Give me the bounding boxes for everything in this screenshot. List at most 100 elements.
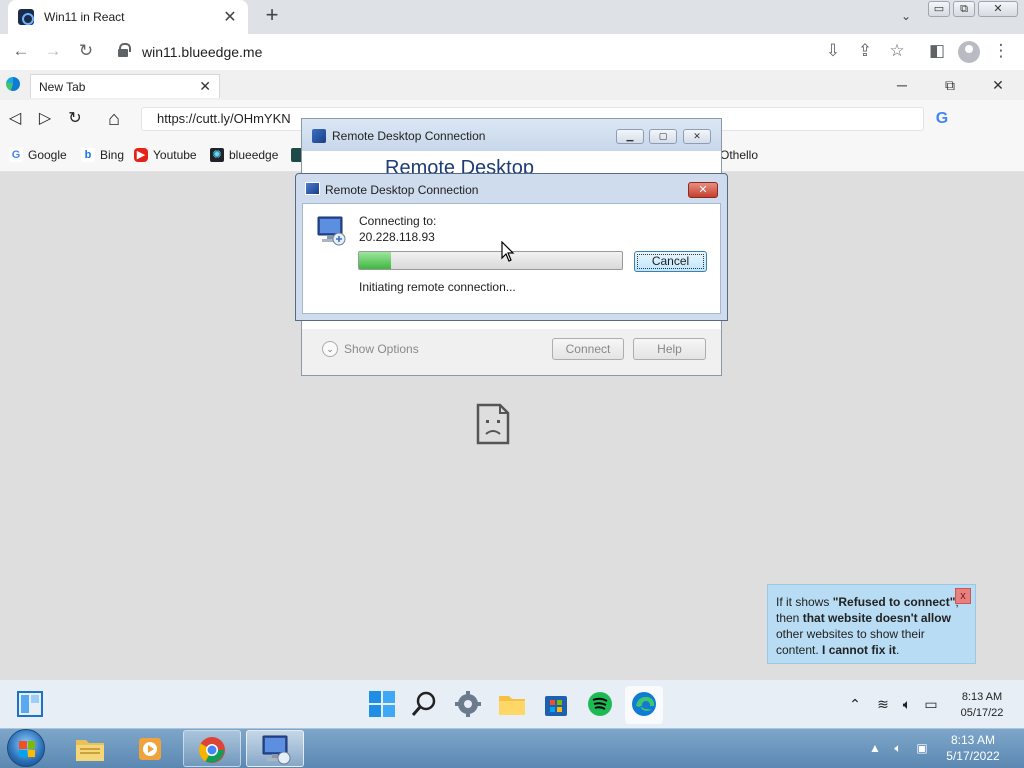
menu-kebab-icon[interactable]: ⋮ [990, 41, 1012, 63]
rdc-dialog-close-button[interactable]: ✕ [688, 182, 718, 198]
edge-close-button[interactable]: ✕ [988, 76, 1008, 94]
close-tab-icon[interactable]: ✕ [199, 78, 211, 95]
google-search-icon[interactable]: G [933, 110, 951, 128]
win7-date: 5/17/2022 [946, 749, 1000, 763]
network-icon[interactable]: ▣ [914, 740, 930, 756]
close-tab-icon[interactable]: ✕ [222, 7, 238, 27]
note-text: . [896, 643, 900, 657]
side-panel-icon[interactable]: ◧ [926, 41, 948, 63]
bookmark-blueedge[interactable]: ✺ blueedge [210, 147, 278, 163]
restore-window-button[interactable]: ⧉ [953, 1, 975, 17]
bookmark-label: Youtube [153, 148, 197, 162]
taskbar-media-player-button[interactable] [122, 730, 180, 767]
connection-ip: 20.228.118.93 [359, 230, 435, 244]
folder-icon [76, 740, 104, 761]
refused-connect-note: If it shows "Refused to connect", then t… [767, 584, 976, 664]
win7-clock[interactable]: 8:13 AM 5/17/2022 [940, 732, 1006, 764]
win7-time: 8:13 AM [950, 733, 996, 747]
bookmark-youtube[interactable]: ▶ Youtube [134, 147, 197, 163]
show-options-toggle[interactable]: ⌄ Show Options [322, 341, 419, 357]
bookmark-star-icon[interactable]: ☆ [886, 41, 908, 63]
volume-icon[interactable]: 🔈︎ [890, 740, 906, 756]
profile-avatar[interactable] [958, 41, 980, 63]
tray-show-hidden-icon[interactable]: ▲ [867, 740, 883, 756]
spotify-icon[interactable] [584, 688, 616, 720]
widgets-icon[interactable] [16, 690, 44, 718]
bing-icon: b [81, 148, 95, 162]
bookmark-bing[interactable]: b Bing [81, 147, 124, 163]
taskbar-remote-desktop-button[interactable] [246, 730, 304, 767]
react-icon: ✺ [210, 148, 224, 162]
win11-favicon-icon [18, 9, 34, 25]
settings-gear-icon[interactable] [452, 688, 484, 720]
rdc-main-title: Remote Desktop Connection [332, 129, 486, 143]
bookmark-google[interactable]: G Google [9, 147, 67, 163]
new-tab-button[interactable]: + [260, 4, 284, 28]
taskbar-chrome-button[interactable] [183, 730, 241, 767]
progress-fill [359, 252, 391, 269]
youtube-icon: ▶ [134, 148, 148, 162]
rdc-app-icon [305, 182, 320, 195]
win11-clock[interactable]: 8:13 AM 05/17/22 [954, 689, 1010, 721]
lock-icon [118, 43, 131, 57]
home-icon[interactable]: ⌂ [103, 108, 125, 130]
back-arrow-icon[interactable]: ← [10, 41, 32, 63]
start-windows-icon[interactable] [366, 688, 398, 720]
search-icon[interactable] [408, 688, 440, 720]
forward-arrow-icon[interactable]: → [42, 41, 64, 63]
bookmark-label: blueedge [229, 148, 279, 162]
tab-search-chevron-icon[interactable]: ⌄ [896, 6, 916, 26]
edge-tab-new-tab[interactable]: New Tab ✕ [30, 74, 220, 98]
install-app-icon[interactable]: ⇩ [822, 41, 844, 63]
connect-button[interactable]: Connect [552, 338, 624, 360]
file-explorer-icon[interactable] [496, 688, 528, 720]
reload-icon[interactable]: ↻ [75, 41, 97, 63]
forward-icon[interactable]: ▷ [34, 108, 56, 130]
edge-tab-title: New Tab [39, 79, 86, 94]
refresh-icon[interactable]: ↻ [64, 108, 86, 130]
share-icon[interactable]: ⇪ [854, 41, 876, 63]
show-options-label: Show Options [344, 342, 419, 356]
google-icon: G [9, 148, 23, 162]
close-window-button[interactable]: ✕ [978, 1, 1018, 17]
connecting-to-label: Connecting to: [359, 214, 437, 228]
note-close-button[interactable]: x [955, 588, 971, 604]
edge-browser-icon[interactable] [628, 688, 660, 720]
connection-progress-bar [358, 251, 623, 270]
remote-desktop-icon [262, 735, 291, 765]
help-button[interactable]: Help [633, 338, 706, 360]
volume-icon[interactable]: 🔈︎ [898, 695, 916, 713]
windows-flag-icon [19, 741, 35, 757]
rdc-close-button[interactable]: ✕ [683, 129, 711, 144]
edge-maximize-button[interactable]: ⧉ [940, 76, 960, 94]
wifi-icon[interactable]: ≋ [874, 695, 892, 713]
rdc-minimize-button[interactable]: ▁ [616, 129, 644, 144]
note-text: If it shows [776, 595, 833, 609]
win7-start-button[interactable] [7, 729, 45, 767]
win11-date: 05/17/22 [960, 707, 1004, 719]
remote-desktop-monitor-icon [317, 216, 346, 246]
taskbar-explorer-button[interactable] [62, 730, 120, 767]
microsoft-store-icon[interactable] [540, 688, 572, 720]
cancel-button[interactable]: Cancel [634, 251, 707, 272]
address-bar-url: win11.blueedge.me [142, 44, 263, 60]
bookmark-othello[interactable]: Othello [720, 147, 758, 163]
chrome-icon [198, 737, 225, 763]
chrome-tab-win11[interactable]: Win11 in React ✕ [8, 0, 248, 34]
back-icon[interactable]: ◁ [4, 108, 26, 130]
bookmark-label: Google [28, 148, 67, 162]
mouse-cursor-icon [501, 241, 515, 262]
win11-time: 8:13 AM [961, 691, 1003, 703]
connection-status-text: Initiating remote connection... [359, 280, 516, 294]
note-bold: that website doesn't allow [802, 611, 951, 625]
minimize-window-button[interactable]: ▭ [928, 1, 950, 17]
edge-minimize-button[interactable]: ─ [892, 76, 912, 94]
media-player-icon [139, 738, 161, 760]
note-bold: I cannot fix it [822, 643, 897, 657]
note-bold: "Refused to connect" [832, 595, 956, 609]
battery-icon[interactable]: ▭ [922, 695, 940, 713]
address-bar[interactable]: win11.blueedge.me [110, 40, 810, 64]
tray-overflow-chevron-icon[interactable]: ⌃ [846, 695, 864, 713]
bookmark-label: Bing [100, 148, 125, 162]
rdc-maximize-button[interactable]: ▢ [649, 129, 677, 144]
